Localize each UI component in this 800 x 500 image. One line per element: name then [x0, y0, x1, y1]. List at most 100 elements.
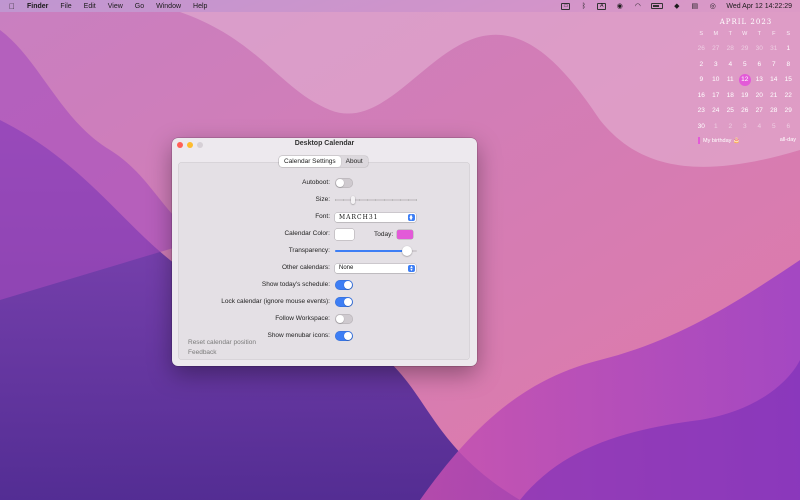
control-center-icon[interactable]: ▤	[690, 3, 699, 10]
calendar-day[interactable]: 26	[694, 41, 709, 57]
menu-go[interactable]: Go	[135, 3, 144, 10]
transparency-slider[interactable]	[335, 246, 417, 256]
close-button[interactable]	[177, 142, 183, 148]
day-number: 1	[713, 122, 718, 130]
calendar-day[interactable]: 17	[709, 88, 724, 104]
calendar-day[interactable]: 9	[694, 72, 709, 88]
today-color-well[interactable]	[397, 229, 414, 239]
calendar-day[interactable]: 23	[694, 103, 709, 119]
calendar-day[interactable]: 5	[767, 119, 782, 135]
lock-calendar-toggle[interactable]	[335, 297, 353, 307]
autoboot-toggle[interactable]	[335, 178, 353, 188]
show-menubar-icons-toggle[interactable]	[335, 331, 353, 341]
calendar-day-today[interactable]: 12	[738, 72, 753, 88]
day-number: 22	[784, 91, 792, 99]
menu-file[interactable]: File	[60, 3, 71, 10]
window-titlebar[interactable]: Desktop Calendar	[172, 138, 477, 151]
menu-edit[interactable]: Edit	[84, 3, 96, 10]
calendar-day[interactable]: 24	[709, 103, 724, 119]
day-number: 5	[771, 122, 776, 130]
menu-help[interactable]: Help	[193, 3, 207, 10]
weekday-label: W	[742, 31, 748, 37]
calendar-day[interactable]: 16	[694, 88, 709, 104]
calendar-color-label: Calendar Color:	[284, 230, 330, 237]
follow-workspace-toggle[interactable]	[335, 314, 353, 324]
calendar-color-well[interactable]	[335, 228, 354, 240]
calendar-day[interactable]: 6	[781, 119, 796, 135]
calendar-day[interactable]: 14	[767, 72, 782, 88]
calendar-event[interactable]: My birthday 🎂 all-day	[694, 137, 798, 144]
day-number: 2	[728, 122, 733, 130]
weekday-label: F	[772, 31, 776, 37]
zoom-button[interactable]	[197, 142, 203, 148]
day-number: 5	[742, 60, 747, 68]
font-popup[interactable]: MARCH31 ▲ ▼	[335, 212, 416, 222]
reset-position-link[interactable]: Reset calendar position	[188, 339, 256, 346]
calendar-day[interactable]: 15	[781, 72, 796, 88]
calendar-day[interactable]: 29	[781, 103, 796, 119]
tab-calendar-settings[interactable]: Calendar Settings	[279, 156, 341, 167]
calendar-day[interactable]: 27	[709, 41, 724, 57]
other-calendars-popup[interactable]: None ▲ ▼	[335, 263, 416, 273]
bluetooth-icon[interactable]: ᛒ	[579, 3, 588, 10]
feedback-link[interactable]: Feedback	[188, 349, 217, 356]
calendar-day[interactable]: 19	[738, 88, 753, 104]
size-slider[interactable]	[335, 195, 417, 205]
desktop-calendar-widget[interactable]: APRIL 2023 S M T W T F S 26 27 28 29 30 31 1 2 3 4 5 6 7 8 9 1…	[694, 16, 798, 156]
calendar-day[interactable]: 25	[723, 103, 738, 119]
transparency-slider-knob[interactable]	[402, 246, 412, 256]
transparency-label: Transparency:	[288, 247, 330, 254]
minimize-button[interactable]	[187, 142, 193, 148]
calendar-day[interactable]: 4	[723, 57, 738, 73]
calendar-day[interactable]: 30	[694, 119, 709, 135]
show-schedule-toggle[interactable]	[335, 280, 353, 290]
calendar-day[interactable]: 18	[723, 88, 738, 104]
calendar-day[interactable]: 3	[738, 119, 753, 135]
calendar-day[interactable]: 7	[767, 57, 782, 73]
calendar-day[interactable]: 21	[767, 88, 782, 104]
app-menubar-icon[interactable]: ◆	[672, 3, 681, 10]
calendar-day[interactable]: 1	[709, 119, 724, 135]
size-slider-knob[interactable]	[351, 196, 355, 204]
calendar-day[interactable]: 27	[752, 103, 767, 119]
calendar-day[interactable]: 11	[723, 72, 738, 88]
calendar-day[interactable]: 4	[752, 119, 767, 135]
show-schedule-label: Show today's schedule:	[261, 281, 330, 288]
calendar-day[interactable]: 28	[767, 103, 782, 119]
day-number: 27	[755, 107, 763, 114]
calendar-day[interactable]: 28	[723, 41, 738, 57]
menu-view[interactable]: View	[108, 3, 123, 10]
calendar-day[interactable]: 2	[723, 119, 738, 135]
weekday-label: S	[699, 31, 704, 37]
calendar-day[interactable]: 22	[781, 88, 796, 104]
calendar-day[interactable]: 26	[738, 103, 753, 119]
battery-icon[interactable]	[651, 3, 664, 9]
menu-app-name[interactable]: Finder	[27, 3, 48, 10]
tab-about[interactable]: About	[341, 156, 368, 167]
siri-icon[interactable]: ◎	[708, 3, 717, 10]
event-title: My birthday 🎂	[703, 137, 740, 144]
calendar-day[interactable]: 1	[781, 41, 796, 57]
calendar-day[interactable]: 10	[709, 72, 724, 88]
calendar-day[interactable]: 8	[781, 57, 796, 73]
user-icon[interactable]: ◉	[615, 3, 624, 10]
calendar-day[interactable]: 30	[752, 41, 767, 57]
apple-icon[interactable]: 	[9, 2, 15, 11]
calendar-day[interactable]: 31	[767, 41, 782, 57]
calendar-day[interactable]: 13	[752, 72, 767, 88]
calendar-menubar-icon[interactable]: ▭	[561, 2, 571, 10]
input-source-icon[interactable]: A	[597, 2, 607, 10]
menubar-clock[interactable]: Wed Apr 12 14:22:29	[726, 3, 792, 10]
calendar-day[interactable]: 6	[752, 57, 767, 73]
row-calendar-color: Calendar Color: Today:	[178, 228, 470, 240]
wifi-icon[interactable]: ◠	[633, 3, 642, 10]
row-font: Font: MARCH31 ▲ ▼	[178, 211, 470, 223]
calendar-day[interactable]: 20	[752, 88, 767, 104]
menu-window[interactable]: Window	[156, 3, 181, 10]
calendar-day[interactable]: 3	[709, 57, 724, 73]
chevron-updown-icon: ▲ ▼	[408, 263, 415, 272]
calendar-day[interactable]: 5	[738, 57, 753, 73]
calendar-day[interactable]: 2	[694, 57, 709, 73]
calendar-day[interactable]: 29	[738, 41, 753, 57]
autoboot-label: Autoboot:	[302, 179, 330, 186]
